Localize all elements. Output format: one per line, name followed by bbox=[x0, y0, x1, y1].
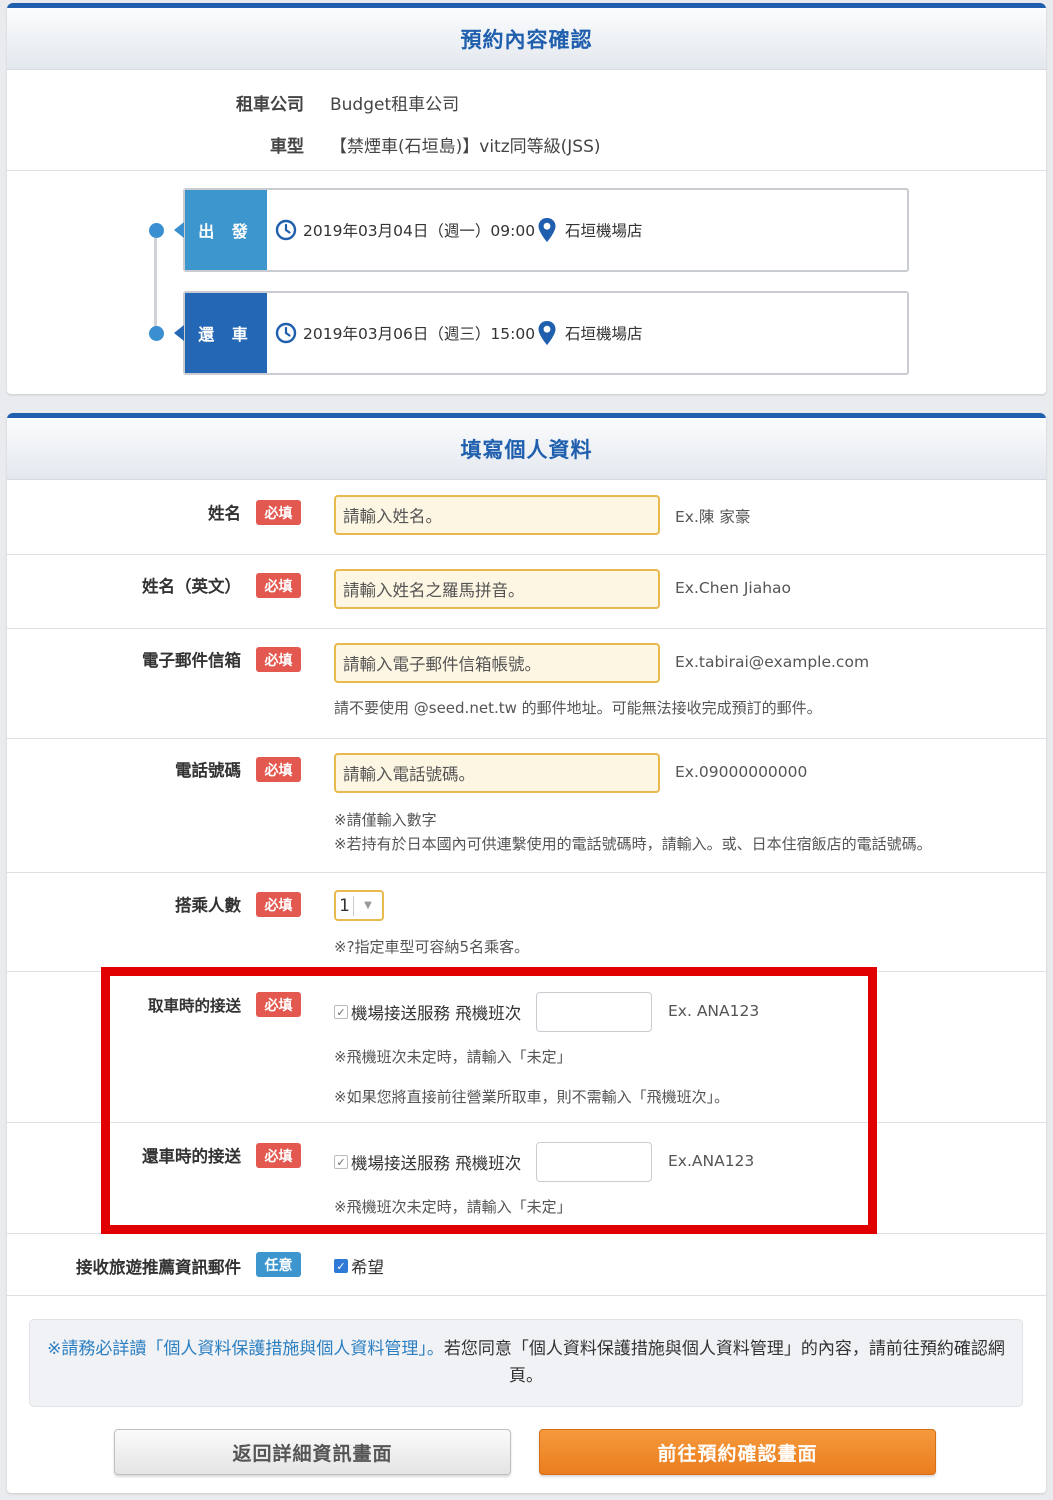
required-badge: 必填 bbox=[256, 647, 301, 672]
return-datetime: 2019年03月06日（週三）15:00 bbox=[303, 325, 536, 343]
car-type-label: 車型 bbox=[270, 137, 304, 157]
highlight-frame bbox=[101, 967, 877, 1234]
phone-example: Ex.09000000000 bbox=[675, 763, 808, 781]
go-to-confirmation-button[interactable]: 前往預約確認畫面 bbox=[539, 1429, 936, 1475]
timeline-dot-return bbox=[149, 326, 164, 341]
departure-location: 石垣機場店 bbox=[537, 217, 643, 243]
personal-info-panel: 填寫個人資料 姓名 必填 請輸入姓名。 Ex.陳 家豪 姓名（英文） 必填 請輸… bbox=[7, 413, 1046, 1493]
return-location: 石垣機場店 bbox=[537, 320, 643, 346]
departure-location-text: 石垣機場店 bbox=[565, 222, 643, 240]
phone-row: 電話號碼 必填 請輸入電話號碼。 Ex.09000000000 ※請僅輸入數字 … bbox=[7, 739, 1046, 873]
passengers-label: 搭乘人數 bbox=[175, 896, 241, 915]
phone-note-digits: ※請僅輸入數字 bbox=[334, 811, 437, 829]
departure-box: 出 發 2019年03月04日（週一）09:00 石垣機場店 bbox=[174, 188, 909, 272]
clock-icon bbox=[275, 322, 297, 344]
departure-tag: 出 發 bbox=[174, 190, 267, 270]
newsletter-checkbox-label: 希望 bbox=[351, 1258, 384, 1277]
name-input[interactable]: 請輸入姓名。 bbox=[334, 495, 660, 535]
return-time: 2019年03月06日（週三）15:00 bbox=[275, 322, 537, 344]
email-input[interactable]: 請輸入電子郵件信箱帳號。 bbox=[334, 643, 660, 683]
privacy-notice-text: 若您同意「個人資料保護措施與個人資料管理」的內容，請前往預約確認網頁。 bbox=[443, 1339, 1005, 1386]
required-badge: 必填 bbox=[256, 573, 301, 598]
clock-icon bbox=[275, 219, 297, 241]
required-badge: 必填 bbox=[256, 892, 301, 917]
email-label: 電子郵件信箱 bbox=[142, 651, 241, 670]
email-note: 請不要使用 @seed.net.tw 的郵件地址。可能無法接收完成預訂的郵件。 bbox=[334, 699, 822, 717]
company-label: 租車公司 bbox=[236, 95, 304, 115]
name-en-label: 姓名（英文） bbox=[142, 577, 241, 596]
privacy-policy-link[interactable]: ※請務必詳讀「個人資料保護措施與個人資料管理」。 bbox=[47, 1339, 444, 1359]
optional-badge: 任意 bbox=[256, 1252, 301, 1277]
phone-input[interactable]: 請輸入電話號碼。 bbox=[334, 753, 660, 793]
reservation-summary-title: 預約內容確認 bbox=[7, 8, 1046, 70]
required-badge: 必填 bbox=[256, 500, 301, 525]
company-value: Budget租車公司 bbox=[330, 95, 460, 115]
name-en-row: 姓名（英文） 必填 請輸入姓名之羅馬拼音。 Ex.Chen Jiahao bbox=[7, 555, 1046, 629]
newsletter-label: 接收旅遊推薦資訊郵件 bbox=[76, 1258, 241, 1277]
checkbox-checked-icon[interactable]: ✓ bbox=[334, 1259, 348, 1273]
map-pin-icon bbox=[538, 321, 556, 345]
personal-info-title: 填寫個人資料 bbox=[7, 418, 1046, 480]
chevron-down-icon: ▼ bbox=[364, 900, 372, 911]
name-en-example: Ex.Chen Jiahao bbox=[675, 579, 792, 597]
reservation-summary-panel: 預約內容確認 租車公司 Budget租車公司 車型 【禁煙車(石垣島)】vitz… bbox=[7, 3, 1046, 394]
name-example: Ex.陳 家豪 bbox=[675, 508, 751, 526]
map-pin-icon bbox=[538, 218, 556, 242]
name-en-input[interactable]: 請輸入姓名之羅馬拼音。 bbox=[334, 569, 660, 609]
email-row: 電子郵件信箱 必填 請輸入電子郵件信箱帳號。 Ex.tabirai@exampl… bbox=[7, 629, 1046, 739]
privacy-notice: ※請務必詳讀「個人資料保護措施與個人資料管理」。若您同意「個人資料保護措施與個人… bbox=[29, 1319, 1023, 1407]
newsletter-row: 接收旅遊推薦資訊郵件 任意 ✓ 希望 bbox=[7, 1234, 1046, 1296]
required-badge: 必填 bbox=[256, 757, 301, 782]
back-to-details-button[interactable]: 返回詳細資訊畫面 bbox=[114, 1429, 511, 1475]
divider bbox=[7, 170, 1046, 171]
phone-note-japan: ※若持有於日本國內可供連繫使用的電話號碼時，請輸入。或、日本住宿飯店的電話號碼。 bbox=[334, 835, 932, 853]
car-type-value: 【禁煙車(石垣島)】vitz同等級(JSS) bbox=[330, 137, 601, 157]
name-row: 姓名 必填 請輸入姓名。 Ex.陳 家豪 bbox=[7, 480, 1046, 555]
passengers-row: 搭乘人數 必填 1 ▼ ※?指定車型可容納5名乘客。 bbox=[7, 873, 1046, 972]
passengers-note: ※?指定車型可容納5名乘客。 bbox=[334, 938, 530, 956]
timeline-dot-departure bbox=[149, 223, 164, 238]
passengers-selected-value: 1 bbox=[336, 895, 354, 916]
departure-time: 2019年03月04日（週一）09:00 bbox=[275, 219, 537, 241]
passengers-select[interactable]: 1 ▼ bbox=[334, 890, 384, 921]
return-tag: 還 車 bbox=[174, 293, 267, 373]
name-label: 姓名 bbox=[208, 504, 241, 523]
return-box: 還 車 2019年03月06日（週三）15:00 石垣機場店 bbox=[174, 291, 909, 375]
newsletter-option[interactable]: ✓ 希望 bbox=[334, 1254, 384, 1278]
return-location-text: 石垣機場店 bbox=[565, 325, 643, 343]
timeline-line bbox=[154, 230, 157, 335]
departure-datetime: 2019年03月04日（週一）09:00 bbox=[303, 222, 536, 240]
phone-label: 電話號碼 bbox=[175, 761, 241, 780]
email-example: Ex.tabirai@example.com bbox=[675, 653, 870, 671]
